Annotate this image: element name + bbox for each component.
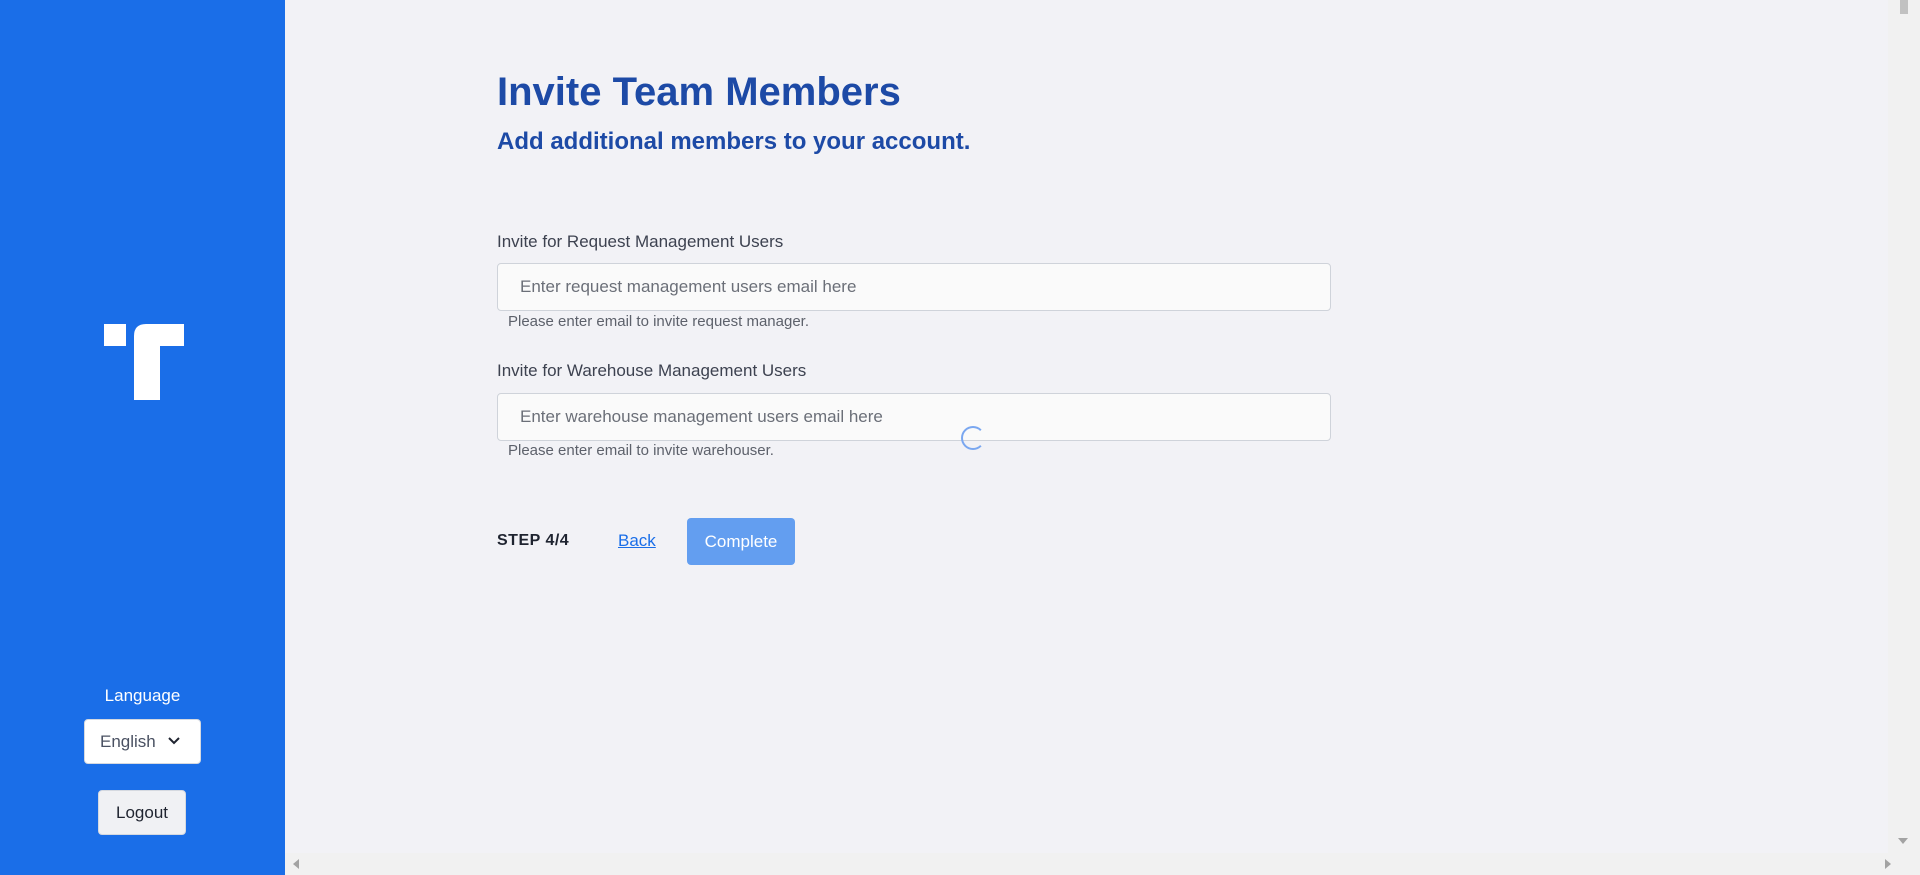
- step-indicator: STEP 4/4: [497, 532, 570, 549]
- back-link[interactable]: Back: [618, 531, 656, 551]
- page-title: Invite Team Members: [497, 70, 901, 114]
- warehouse-users-email-input[interactable]: [497, 393, 1331, 441]
- request-users-email-input[interactable]: [497, 263, 1331, 311]
- scroll-right-arrow-icon[interactable]: [1885, 859, 1891, 869]
- vertical-scrollbar-thumb[interactable]: [1900, 0, 1908, 14]
- chevron-down-icon: [168, 737, 180, 745]
- request-users-help-text: Please enter email to invite request man…: [508, 313, 810, 330]
- request-users-label: Invite for Request Management Users: [497, 232, 784, 251]
- main-content: Invite Team Members Add additional membe…: [285, 0, 1888, 853]
- loading-spinner-icon: [961, 426, 985, 450]
- warehouse-users-label: Invite for Warehouse Management Users: [497, 361, 807, 380]
- scroll-left-arrow-icon[interactable]: [293, 859, 299, 869]
- complete-button[interactable]: Complete: [687, 518, 795, 565]
- language-select[interactable]: English: [84, 719, 201, 764]
- horizontal-scrollbar[interactable]: [285, 853, 1920, 875]
- brand-t-logo-icon: [104, 324, 184, 400]
- page-subtitle: Add additional members to your account.: [497, 128, 971, 155]
- logout-button[interactable]: Logout: [98, 790, 186, 835]
- warehouse-users-help-text: Please enter email to invite warehouser.: [508, 442, 774, 459]
- sidebar: Language English Logout: [0, 0, 285, 875]
- language-label: Language: [104, 686, 181, 705]
- scroll-down-arrow-icon[interactable]: [1898, 838, 1908, 844]
- language-selected-value: English: [100, 731, 156, 751]
- vertical-scrollbar[interactable]: [1888, 0, 1920, 853]
